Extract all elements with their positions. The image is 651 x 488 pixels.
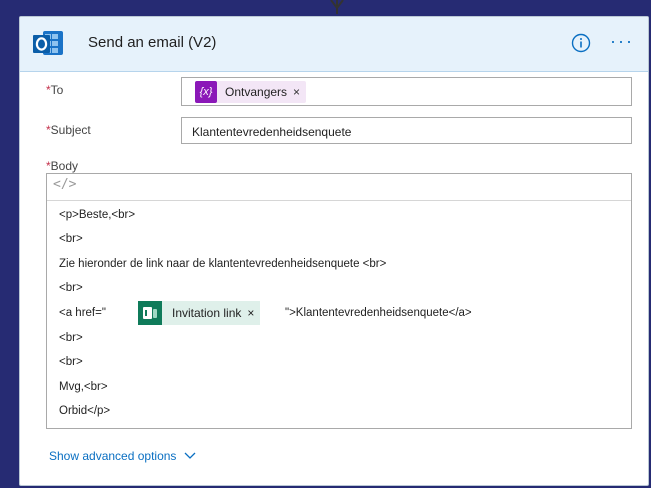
remove-token-icon[interactable]: × bbox=[293, 85, 306, 99]
link-prefix: <a href=" bbox=[59, 307, 106, 319]
body-line: Mvg,<br> bbox=[59, 381, 108, 393]
chevron-down-icon bbox=[184, 452, 196, 459]
invitation-link-token[interactable]: Invitation link × bbox=[138, 301, 261, 325]
to-label-text: To bbox=[50, 83, 64, 97]
flow-connector-arrow-icon bbox=[330, 0, 344, 10]
advanced-options-label: Show advanced options bbox=[49, 449, 177, 463]
variable-icon: {x} bbox=[195, 81, 217, 103]
to-label: *To bbox=[46, 83, 63, 97]
body-line-link: <a href=" Invitation link × ">Klantentev… bbox=[59, 301, 619, 325]
body-line: <br> bbox=[59, 282, 83, 294]
body-line: <br> bbox=[59, 233, 83, 245]
info-icon[interactable] bbox=[571, 33, 591, 53]
action-header[interactable]: Send an email (V2) ··· bbox=[20, 17, 648, 72]
subject-label: *Subject bbox=[46, 123, 91, 137]
remove-token-icon[interactable]: × bbox=[247, 306, 260, 320]
show-advanced-options-link[interactable]: Show advanced options bbox=[49, 449, 196, 463]
subject-field[interactable]: Klantentevredenheidsenquete bbox=[181, 117, 632, 144]
more-options-icon[interactable]: ··· bbox=[610, 31, 634, 52]
invitation-link-label: Invitation link bbox=[172, 306, 242, 320]
body-line: <br> bbox=[59, 356, 83, 368]
body-line: <br> bbox=[59, 332, 83, 344]
body-editor[interactable]: </> <p>Beste,<br> <br> Zie hieronder de … bbox=[46, 173, 632, 429]
body-label-text: Body bbox=[50, 159, 79, 173]
recipients-token[interactable]: {x} Ontvangers × bbox=[195, 81, 307, 103]
outlook-icon bbox=[33, 31, 63, 55]
code-view-toggle[interactable]: </> bbox=[53, 177, 76, 192]
editor-toolbar-divider bbox=[47, 200, 631, 201]
forms-icon bbox=[138, 301, 162, 325]
subject-value: Klantentevredenheidsenquete bbox=[192, 125, 352, 139]
body-line: Orbid</p> bbox=[59, 405, 111, 417]
recipients-token-label: Ontvangers bbox=[225, 85, 288, 99]
link-suffix: ">Klantentevredenheidsenquete</a> bbox=[285, 307, 472, 319]
body-label: *Body bbox=[46, 159, 78, 173]
action-card: Send an email (V2) ··· *To {x} Ontvanger… bbox=[19, 16, 649, 486]
subject-label-text: Subject bbox=[50, 123, 91, 137]
to-field[interactable]: {x} Ontvangers × bbox=[181, 77, 632, 106]
body-line: Zie hieronder de link naar de klantentev… bbox=[59, 258, 387, 270]
action-title: Send an email (V2) bbox=[88, 34, 217, 51]
body-line: <p>Beste,<br> bbox=[59, 209, 136, 221]
